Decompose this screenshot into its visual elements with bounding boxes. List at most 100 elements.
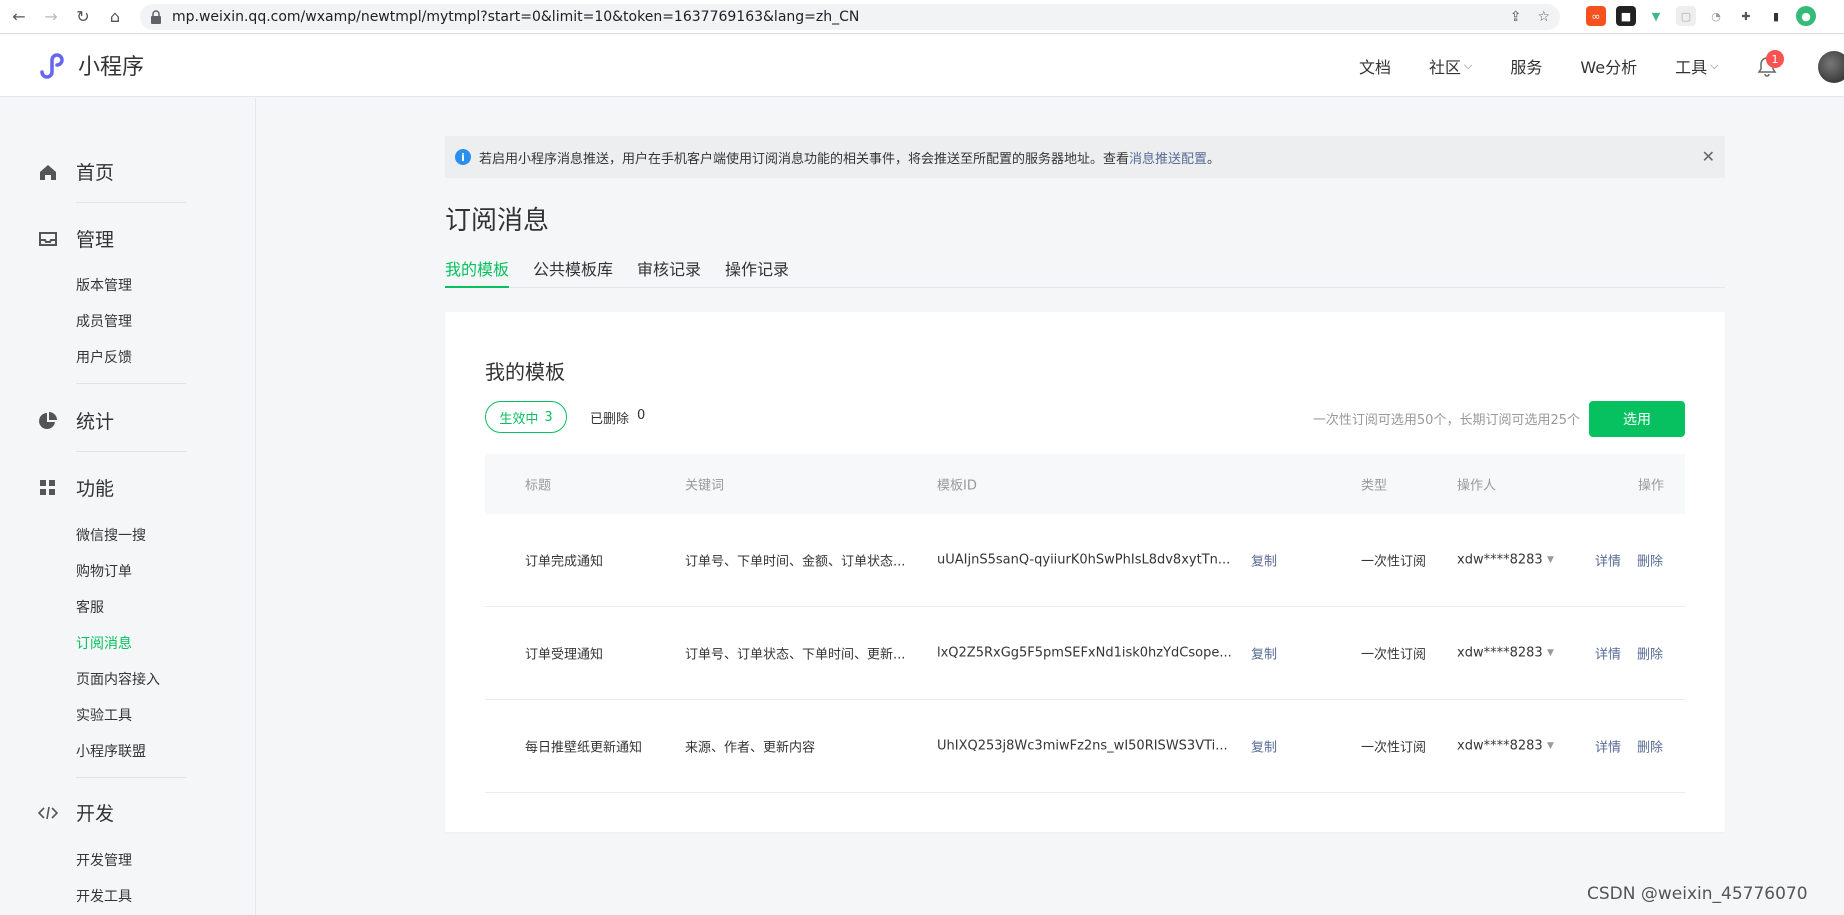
chevron-down-icon: ⌵ (1464, 59, 1473, 72)
caret-down-icon[interactable]: ▼ (1547, 741, 1554, 751)
avatar[interactable] (1818, 51, 1844, 83)
detail-link[interactable]: 详情 (1595, 644, 1621, 663)
extension-infinity-icon[interactable]: ∞ (1586, 6, 1606, 26)
sidebar-item-customer-service[interactable]: 客服 (76, 597, 104, 617)
table-header: 标题 关键词 模板ID 类型 操作人 操作 (485, 454, 1685, 514)
info-icon: i (455, 149, 471, 165)
top-menu-docs[interactable]: 文档 (1340, 54, 1410, 78)
copy-link[interactable]: 复制 (1251, 644, 1277, 663)
extension-vue-icon[interactable]: ▼ (1646, 6, 1666, 26)
row-type: 一次性订阅 (1361, 647, 1427, 663)
sidebar-item-feedback[interactable]: 用户反馈 (76, 347, 132, 367)
detail-link[interactable]: 详情 (1595, 737, 1621, 756)
browser-toolbar: ← → ↻ ⌂ mp.weixin.qq.com/wxamp/newtmpl/m… (0, 0, 1844, 34)
column-header-actions: 操作 (1638, 478, 1665, 494)
sidebar-section-stats[interactable]: 统计 (38, 407, 114, 434)
push-config-link[interactable]: 消息推送配置 (1129, 148, 1207, 167)
sidebar-section-features[interactable]: 功能 (38, 474, 114, 501)
top-menu-we-analysis[interactable]: We分析 (1561, 54, 1656, 78)
notice-text: 若启用小程序消息推送，用户在手机客户端使用订阅消息功能的相关事件，将会推送至所配… (479, 151, 1130, 167)
home-icon (40, 164, 56, 180)
sidebar-section-manage[interactable]: 管理 (38, 225, 114, 252)
tab-my-templates[interactable]: 我的模板 (445, 256, 510, 288)
table-row: 每日推壁纸更新通知 来源、作者、更新内容 UhIXQ253j8Wc3miwFz2… (485, 700, 1685, 793)
table-row: 订单受理通知 订单号、订单状态、下单时间、更新... lxQ2Z5RxGg5F5… (485, 607, 1685, 700)
address-bar[interactable]: mp.weixin.qq.com/wxamp/newtmpl/mytmpl?st… (140, 4, 1560, 30)
row-operator: xdw****8283 (1457, 645, 1543, 661)
row-type: 一次性订阅 (1361, 740, 1427, 756)
pie-chart-icon (39, 411, 57, 429)
delete-link[interactable]: 删除 (1637, 644, 1663, 663)
sidebar-item-subscribe-message[interactable]: 订阅消息 (76, 633, 132, 653)
share-icon[interactable]: ⇪ (1510, 9, 1522, 25)
profile-icon[interactable]: ● (1796, 6, 1816, 26)
delete-link[interactable]: 删除 (1637, 737, 1663, 756)
back-icon[interactable]: ← (6, 4, 32, 30)
caret-down-icon[interactable]: ▼ (1547, 648, 1554, 658)
sidebar-item-wechat-search[interactable]: 微信搜一搜 (76, 525, 146, 545)
extension-placeholder-icon[interactable]: ▢ (1676, 6, 1696, 26)
forward-icon[interactable]: → (38, 4, 64, 30)
tab-bar: 我的模板 公共模板库 审核记录 操作记录 (445, 256, 1725, 288)
row-keywords: 来源、作者、更新内容 (685, 740, 816, 756)
delete-link[interactable]: 删除 (1637, 551, 1663, 570)
column-header-operator: 操作人 (1457, 478, 1497, 494)
sidebar-section-home[interactable]: 首页 (38, 158, 114, 185)
sidebar-item-orders[interactable]: 购物订单 (76, 561, 132, 581)
row-keywords: 订单号、下单时间、金额、订单状态... (685, 554, 906, 570)
sidebar-item-alliance[interactable]: 小程序联盟 (76, 741, 146, 761)
tab-public-templates[interactable]: 公共模板库 (533, 256, 613, 288)
notice-bar: i 若启用小程序消息推送，用户在手机客户端使用订阅消息功能的相关事件，将会推送至… (445, 136, 1725, 178)
reload-icon[interactable]: ↻ (70, 4, 96, 30)
sidebar-item-dev-manage[interactable]: 开发管理 (76, 850, 132, 870)
sidepanel-icon[interactable]: ▮ (1766, 6, 1786, 26)
row-keywords: 订单号、订单状态、下单时间、更新... (685, 647, 906, 663)
column-header-title: 标题 (525, 478, 552, 494)
tab-review-records[interactable]: 审核记录 (637, 256, 701, 288)
select-template-button[interactable]: 选用 (1589, 401, 1685, 437)
copy-link[interactable]: 复制 (1251, 737, 1277, 756)
detail-link[interactable]: 详情 (1595, 551, 1621, 570)
row-template-id: lxQ2Z5RxGg5F5pmSEFxNd1isk0hzYdCsope... (937, 645, 1232, 661)
sidebar-item-members[interactable]: 成员管理 (76, 311, 132, 331)
tab-operation-records[interactable]: 操作记录 (725, 256, 789, 288)
filter-deleted[interactable]: 已删除 0 (590, 408, 645, 427)
column-header-keywords: 关键词 (685, 478, 725, 494)
column-header-template-id: 模板ID (937, 478, 977, 494)
sidebar-item-dev-tools[interactable]: 开发工具 (76, 886, 132, 906)
sidebar-item-lab-tools[interactable]: 实验工具 (76, 705, 132, 725)
close-icon[interactable]: ✕ (1702, 147, 1715, 166)
top-header: 小程序 文档 社区 ⌵ 服务 We分析 工具 ⌵ 1 (0, 35, 1844, 97)
sidebar-item-page-content[interactable]: 页面内容接入 (76, 669, 160, 689)
logo-text: 小程序 (78, 55, 145, 80)
grid-icon (40, 479, 55, 495)
bookmark-star-icon[interactable]: ☆ (1537, 9, 1550, 25)
notice-suffix: 。 (1207, 151, 1221, 167)
lock-icon (151, 10, 161, 24)
extension-grey-icon[interactable]: ◔ (1706, 6, 1726, 26)
extensions-puzzle-icon[interactable]: ✚ (1736, 6, 1756, 26)
top-menu-tools[interactable]: 工具 ⌵ (1656, 54, 1737, 78)
sidebar-divider (76, 202, 186, 203)
caret-down-icon[interactable]: ▼ (1547, 555, 1554, 565)
row-template-id: UhIXQ253j8Wc3miwFz2ns_wI50RISWS3VTi... (937, 738, 1228, 754)
sidebar: 首页 管理 版本管理 成员管理 用户反馈 统计 功能 微信搜一搜 购物订单 客服… (0, 98, 256, 915)
sidebar-divider (76, 383, 186, 384)
top-menu: 文档 社区 ⌵ 服务 We分析 工具 ⌵ (1340, 35, 1737, 97)
row-type: 一次性订阅 (1361, 554, 1427, 570)
top-menu-community[interactable]: 社区 ⌵ (1410, 54, 1491, 78)
sidebar-section-develop[interactable]: 开发 (38, 799, 114, 826)
inbox-icon (39, 231, 57, 246)
extension-dark-icon[interactable]: ■ (1616, 6, 1636, 26)
logo[interactable]: 小程序 (38, 49, 144, 81)
watermark: CSDN @weixin_45776070 (1587, 884, 1808, 904)
top-menu-services[interactable]: 服务 (1491, 54, 1561, 78)
home-browser-icon[interactable]: ⌂ (102, 4, 128, 30)
sidebar-divider (76, 777, 186, 778)
templates-card: 我的模板 生效中 3 已删除 0 一次性订阅可选用50个，长期订阅可选用25个 选用… (445, 312, 1725, 832)
copy-link[interactable]: 复制 (1251, 551, 1277, 570)
miniprogram-logo-icon (40, 53, 64, 79)
row-template-id: uUAIjnS5sanQ-qyiiurK0hSwPhIsL8dv8xytTn..… (937, 552, 1231, 568)
filter-active-pill[interactable]: 生效中 3 (485, 401, 567, 433)
sidebar-item-version[interactable]: 版本管理 (76, 275, 132, 295)
